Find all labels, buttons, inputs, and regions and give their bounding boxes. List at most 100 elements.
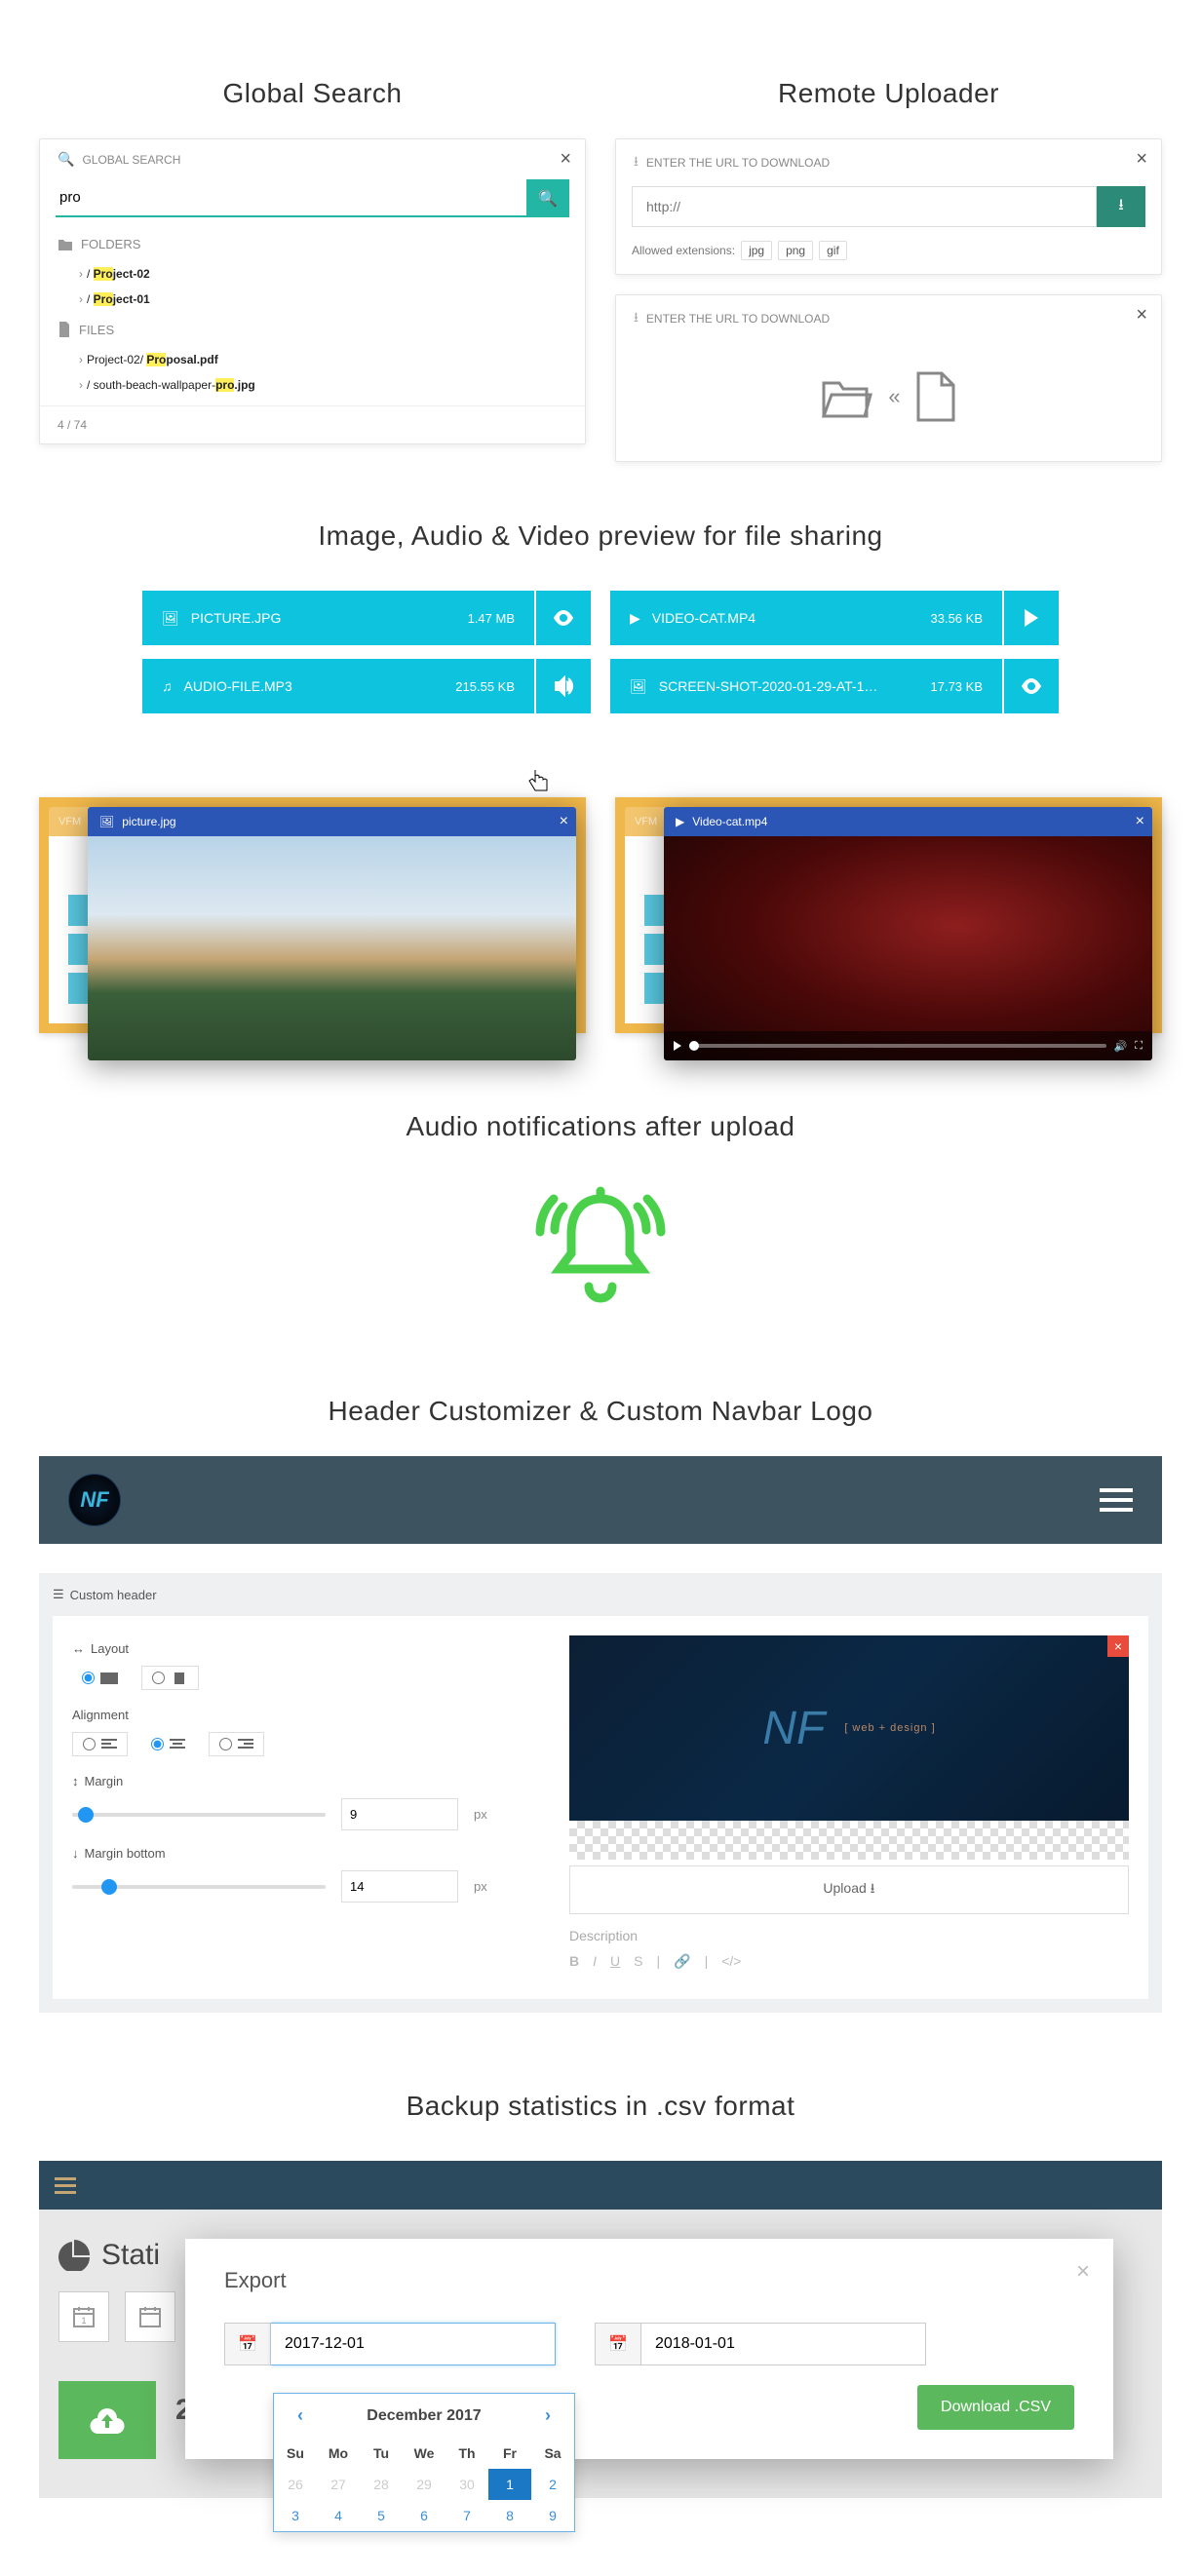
align-right[interactable] — [209, 1732, 264, 1756]
download-csv-button[interactable]: Download .CSV — [917, 2385, 1074, 2430]
heading-header-cust: Header Customizer & Custom Navbar Logo — [39, 1396, 1162, 1427]
statistics-panel: Stati 1 245 × Export 📅 📅 Download .CS — [39, 2161, 1162, 2498]
calendar-day[interactable]: 27 — [317, 2469, 360, 2500]
date-from-input[interactable] — [271, 2323, 556, 2365]
play-icon[interactable] — [674, 1041, 681, 1051]
heading-global-search: Global Search — [39, 78, 586, 109]
description-label: Description — [569, 1928, 1129, 1943]
calendar-day-selected[interactable]: 1 — [488, 2469, 531, 2500]
download-icon: ⭳ — [634, 307, 639, 330]
margin-bottom-input[interactable] — [341, 1870, 458, 1903]
search-label: GLOBAL SEARCH — [82, 153, 180, 167]
close-icon[interactable]: × — [560, 149, 571, 169]
prev-month-icon[interactable]: ‹ — [290, 2405, 311, 2426]
bell-icon — [532, 1181, 669, 1318]
file-row[interactable]: 🖼PICTURE.JPG1.47 MB — [142, 591, 591, 645]
folder-open-icon — [820, 373, 874, 420]
next-month-icon[interactable]: › — [537, 2405, 559, 2426]
calendar-day[interactable]: 6 — [403, 2500, 446, 2531]
upload-stat — [58, 2381, 156, 2459]
hamburger-icon[interactable] — [1100, 1488, 1133, 1512]
close-icon[interactable]: × — [1136, 813, 1144, 830]
layout-label: ↔Layout — [72, 1641, 540, 1656]
file-row[interactable]: 🖼SCREEN-SHOT-2020-01-29-AT-1…17.73 KB — [610, 659, 1059, 713]
search-result-file[interactable]: ›/ south-beach-wallpaper-pro.jpg — [58, 372, 567, 398]
search-result-file[interactable]: ›Project-02/ Proposal.pdf — [58, 347, 567, 372]
video-preview: 🔊 ⛶ — [664, 836, 1152, 1060]
hamburger-icon[interactable] — [55, 2177, 76, 2194]
layout-option-full[interactable] — [72, 1666, 128, 1690]
search-result-folder[interactable]: ›/ Project-01 — [58, 287, 567, 312]
transparency-checker — [569, 1821, 1129, 1860]
close-icon[interactable]: × — [1076, 2258, 1090, 2286]
export-title: Export — [224, 2268, 1074, 2293]
calendar-day[interactable]: 28 — [360, 2469, 403, 2500]
cursor-hand-icon — [526, 768, 550, 797]
datepicker: ‹ December 2017 › Su Mo Tu We Th Fr Sa 2… — [273, 2393, 575, 2532]
layout-option-boxed[interactable] — [141, 1666, 199, 1690]
video-icon: ▶ — [630, 610, 640, 627]
month-label[interactable]: December 2017 — [367, 2407, 481, 2425]
download-icon: ⭳ — [634, 151, 639, 174]
remote-uploader-panel-open: × ⭳ ENTER THE URL TO DOWNLOAD « — [615, 294, 1162, 462]
calendar-day[interactable]: 4 — [317, 2500, 360, 2531]
margin-slider[interactable] — [72, 1813, 326, 1817]
seek-bar[interactable] — [689, 1044, 1106, 1048]
calendar-icon[interactable]: 📅 — [224, 2323, 271, 2365]
uploader-label: ENTER THE URL TO DOWNLOAD — [646, 156, 830, 170]
close-icon[interactable]: × — [560, 813, 568, 830]
header-preview: × NF [ web + design ] — [569, 1635, 1129, 1821]
underline-icon: U — [610, 1953, 620, 1970]
margin-bottom-label: ↓Margin bottom — [72, 1846, 540, 1861]
image-modal: 🖼picture.jpg× — [88, 807, 576, 1060]
calendar-day[interactable]: 29 — [403, 2469, 446, 2500]
code-icon: </> — [721, 1953, 741, 1970]
calendar-day[interactable]: 3 — [274, 2500, 317, 2531]
date-shortcut[interactable] — [125, 2291, 175, 2342]
bold-icon: B — [569, 1953, 579, 1970]
navbar-logo[interactable]: NF — [68, 1474, 121, 1526]
ext-chip: png — [778, 241, 813, 260]
calendar-day[interactable]: 9 — [531, 2500, 574, 2531]
folders-header: FOLDERS — [40, 227, 585, 261]
search-button[interactable]: 🔍 — [526, 179, 569, 217]
calendar-day[interactable]: 5 — [360, 2500, 403, 2531]
calendar-day[interactable]: 2 — [531, 2469, 574, 2500]
preview-button[interactable] — [1004, 659, 1059, 713]
play-audio-button[interactable] — [536, 659, 591, 713]
download-button[interactable]: ⭳ — [1097, 186, 1145, 227]
preview-logo: NF — [762, 1702, 825, 1755]
date-to-input[interactable] — [641, 2323, 926, 2365]
align-left[interactable] — [72, 1732, 128, 1756]
margin-input[interactable] — [341, 1798, 458, 1830]
video-modal: ▶Video-cat.mp4× 🔊 ⛶ — [664, 807, 1152, 1060]
margin-bottom-slider[interactable] — [72, 1885, 326, 1889]
heading-remote-uploader: Remote Uploader — [615, 78, 1162, 109]
url-input[interactable] — [632, 186, 1097, 227]
calendar-day[interactable]: 26 — [274, 2469, 317, 2500]
align-center[interactable] — [141, 1732, 195, 1756]
file-row[interactable]: ▶VIDEO-CAT.MP433.56 KB — [610, 591, 1059, 645]
file-row[interactable]: ♫AUDIO-FILE.MP3215.55 KB — [142, 659, 591, 713]
search-result-folder[interactable]: ›/ Project-02 — [58, 261, 567, 287]
upload-button[interactable]: Upload ⭳ — [569, 1865, 1129, 1914]
ext-chip: gif — [819, 241, 847, 260]
close-icon[interactable]: × — [1136, 149, 1147, 169]
calendar-icon[interactable]: 📅 — [595, 2323, 641, 2365]
customizer-panel: ☰Custom header ↔Layout Alignment ↕Margin… — [39, 1573, 1162, 2013]
video-controls[interactable]: 🔊 ⛶ — [664, 1031, 1152, 1060]
date-shortcut[interactable]: 1 — [58, 2291, 109, 2342]
editor-toolbar[interactable]: BIUS|🔗|</> — [569, 1943, 1129, 1980]
calendar-day[interactable]: 30 — [446, 2469, 488, 2500]
margin-label: ↕Margin — [72, 1774, 540, 1788]
heading-preview: Image, Audio & Video preview for file sh… — [39, 520, 1162, 552]
calendar-day[interactable]: 8 — [488, 2500, 531, 2531]
search-input[interactable] — [56, 179, 526, 217]
calendar-day[interactable]: 7 — [446, 2500, 488, 2531]
video-icon: ▶ — [676, 815, 684, 828]
delete-icon[interactable]: × — [1107, 1635, 1129, 1657]
preview-button[interactable] — [536, 591, 591, 645]
close-icon[interactable]: × — [1136, 305, 1147, 325]
play-video-button[interactable] — [1004, 591, 1059, 645]
files-header: FILES — [40, 312, 585, 347]
